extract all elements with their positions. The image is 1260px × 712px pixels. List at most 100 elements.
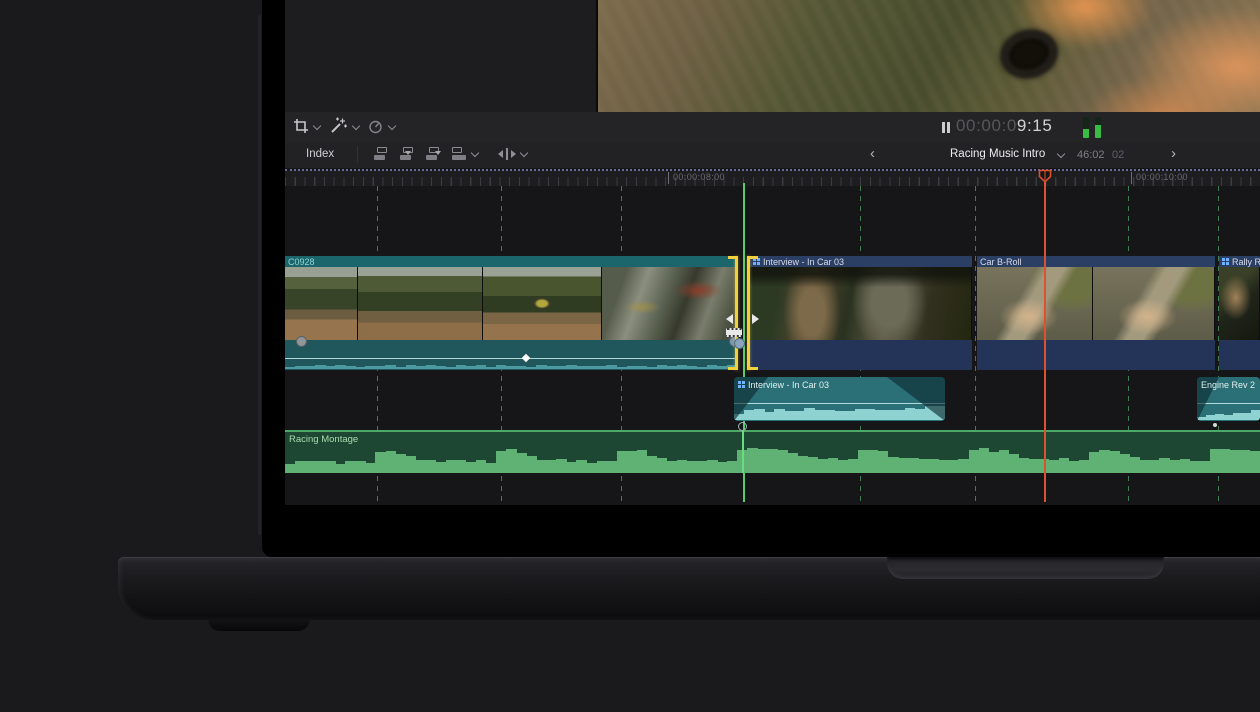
waveform-bar (1139, 460, 1149, 473)
waveform-bar (687, 366, 697, 369)
waveform-bar (764, 412, 774, 420)
trim-bracket-left-tab-bottom (728, 367, 736, 370)
index-button[interactable]: Index (300, 147, 340, 161)
volume-line[interactable] (1197, 403, 1260, 404)
pause-icon[interactable] (942, 122, 950, 133)
clip-interview-video[interactable]: Interview - In Car 03 (750, 256, 972, 370)
retime-tool-button[interactable] (367, 118, 384, 135)
waveform-bar (1159, 458, 1169, 473)
clip-racing-montage[interactable]: Racing Montage (285, 430, 1260, 473)
clip-engine-rev[interactable]: Engine Rev 2 (1197, 377, 1260, 421)
edit-options-chevron-icon[interactable] (471, 150, 478, 157)
volume-line[interactable] (734, 403, 945, 404)
playhead-marker[interactable] (1038, 169, 1052, 188)
waveform-bar (1190, 461, 1200, 473)
waveform-bar (1224, 415, 1233, 420)
waveform-bar (798, 456, 808, 473)
ruler-timecode-label: 00:00:08:00 (673, 172, 725, 182)
header-separator (357, 146, 358, 163)
waveform-bar (868, 450, 878, 473)
clip-header: Car B-Roll (977, 256, 1215, 267)
clip-fade-handle[interactable] (1213, 423, 1217, 427)
clip-header: Interview - In Car 03 (734, 379, 945, 390)
waveform-bar (526, 456, 536, 473)
waveform-bar (285, 464, 295, 473)
project-title[interactable]: Racing Music Intro (950, 148, 1045, 160)
waveform-bar (938, 460, 948, 473)
enhancements-dropdown-chevron-icon[interactable] (352, 123, 359, 130)
waveform-bar (486, 463, 496, 473)
waveform-bar (1149, 460, 1159, 474)
macbook-thumb-scoop (887, 557, 1164, 579)
waveform-bar (355, 367, 365, 369)
waveform-bar (396, 454, 406, 473)
trim-bracket-right-tab-bottom (750, 367, 758, 370)
clip-label: Engine Rev 2 (1201, 380, 1255, 390)
waveform-bar (576, 366, 586, 369)
clip-thumbnail (977, 267, 1093, 340)
append-edit-button[interactable] (426, 147, 442, 160)
trim-handle-dot[interactable] (734, 338, 745, 349)
timeline-back-button[interactable]: ‹ (870, 147, 875, 161)
clip-fade-handle[interactable] (738, 422, 747, 431)
clip-label: C0928 (288, 257, 315, 267)
waveform-bar (667, 366, 677, 369)
clip-thumbnail (483, 267, 602, 340)
audio-fade-handle-left[interactable] (296, 336, 307, 347)
waveform-bar (754, 409, 764, 420)
waveform-bar (918, 459, 928, 473)
waveform-bar (687, 461, 697, 473)
waveform-bar (1200, 461, 1210, 473)
crop-dropdown-chevron-icon[interactable] (313, 123, 320, 130)
waveform-bar (476, 460, 486, 473)
trim-options-chevron-icon[interactable] (520, 150, 527, 157)
trim-bracket-right[interactable] (747, 256, 750, 370)
waveform-bar (697, 461, 707, 473)
waveform-bar (707, 365, 717, 369)
waveform-bar (587, 463, 597, 473)
waveform-bar (1119, 454, 1129, 473)
overwrite-edit-button[interactable] (452, 147, 468, 160)
retime-dropdown-chevron-icon[interactable] (388, 123, 395, 130)
clip-car-broll[interactable]: Car B-Roll (977, 256, 1215, 370)
timecode-display: 00:00:09:15 (956, 116, 1052, 136)
waveform-bar (597, 461, 607, 473)
waveform-bar (885, 410, 895, 420)
clip-thumbnails (750, 267, 972, 340)
clip-label: Car B-Roll (980, 257, 1022, 267)
clip-thumbnail (285, 267, 358, 340)
trim-tool-button[interactable] (498, 148, 516, 160)
waveform-bar (325, 366, 335, 369)
insert-edit-button[interactable] (400, 147, 416, 160)
waveform-bar (566, 462, 576, 473)
timeline-forward-button[interactable]: › (1171, 147, 1176, 161)
volume-keyframe[interactable] (522, 354, 530, 362)
clip-rally[interactable]: Rally Ra (1219, 256, 1260, 370)
waveform-bar (365, 463, 375, 473)
clip-header: C0928 (285, 256, 737, 267)
crop-tool-button[interactable] (293, 118, 309, 134)
waveform-bar (486, 367, 496, 369)
viewer-panel (598, 0, 1260, 112)
waveform-bar (774, 409, 784, 420)
waveform-bar (606, 365, 616, 369)
waveform-bar (1210, 449, 1220, 473)
ruler-major-tick (1131, 172, 1132, 184)
waveform-bar (446, 367, 456, 369)
volume-line[interactable] (285, 358, 737, 359)
trim-bracket-left[interactable] (735, 256, 738, 370)
clip-c0928[interactable]: C0928 (285, 256, 737, 370)
waveform-bar (436, 462, 446, 473)
waveform-bar (828, 458, 838, 473)
clip-label: Racing Montage (289, 434, 358, 445)
enhancements-tool-button[interactable] (329, 116, 348, 135)
connect-edit-button[interactable] (374, 147, 390, 160)
waveform-bar (385, 365, 395, 369)
waveform-bar (1029, 459, 1039, 473)
project-title-chevron-icon[interactable] (1057, 151, 1064, 158)
audio-meter-right (1095, 117, 1101, 138)
clip-interview-audio[interactable]: Interview - In Car 03 (734, 377, 945, 421)
waveform-bar (1009, 454, 1019, 473)
playhead[interactable] (1044, 170, 1046, 502)
clip-label: Interview - In Car 03 (763, 257, 844, 267)
